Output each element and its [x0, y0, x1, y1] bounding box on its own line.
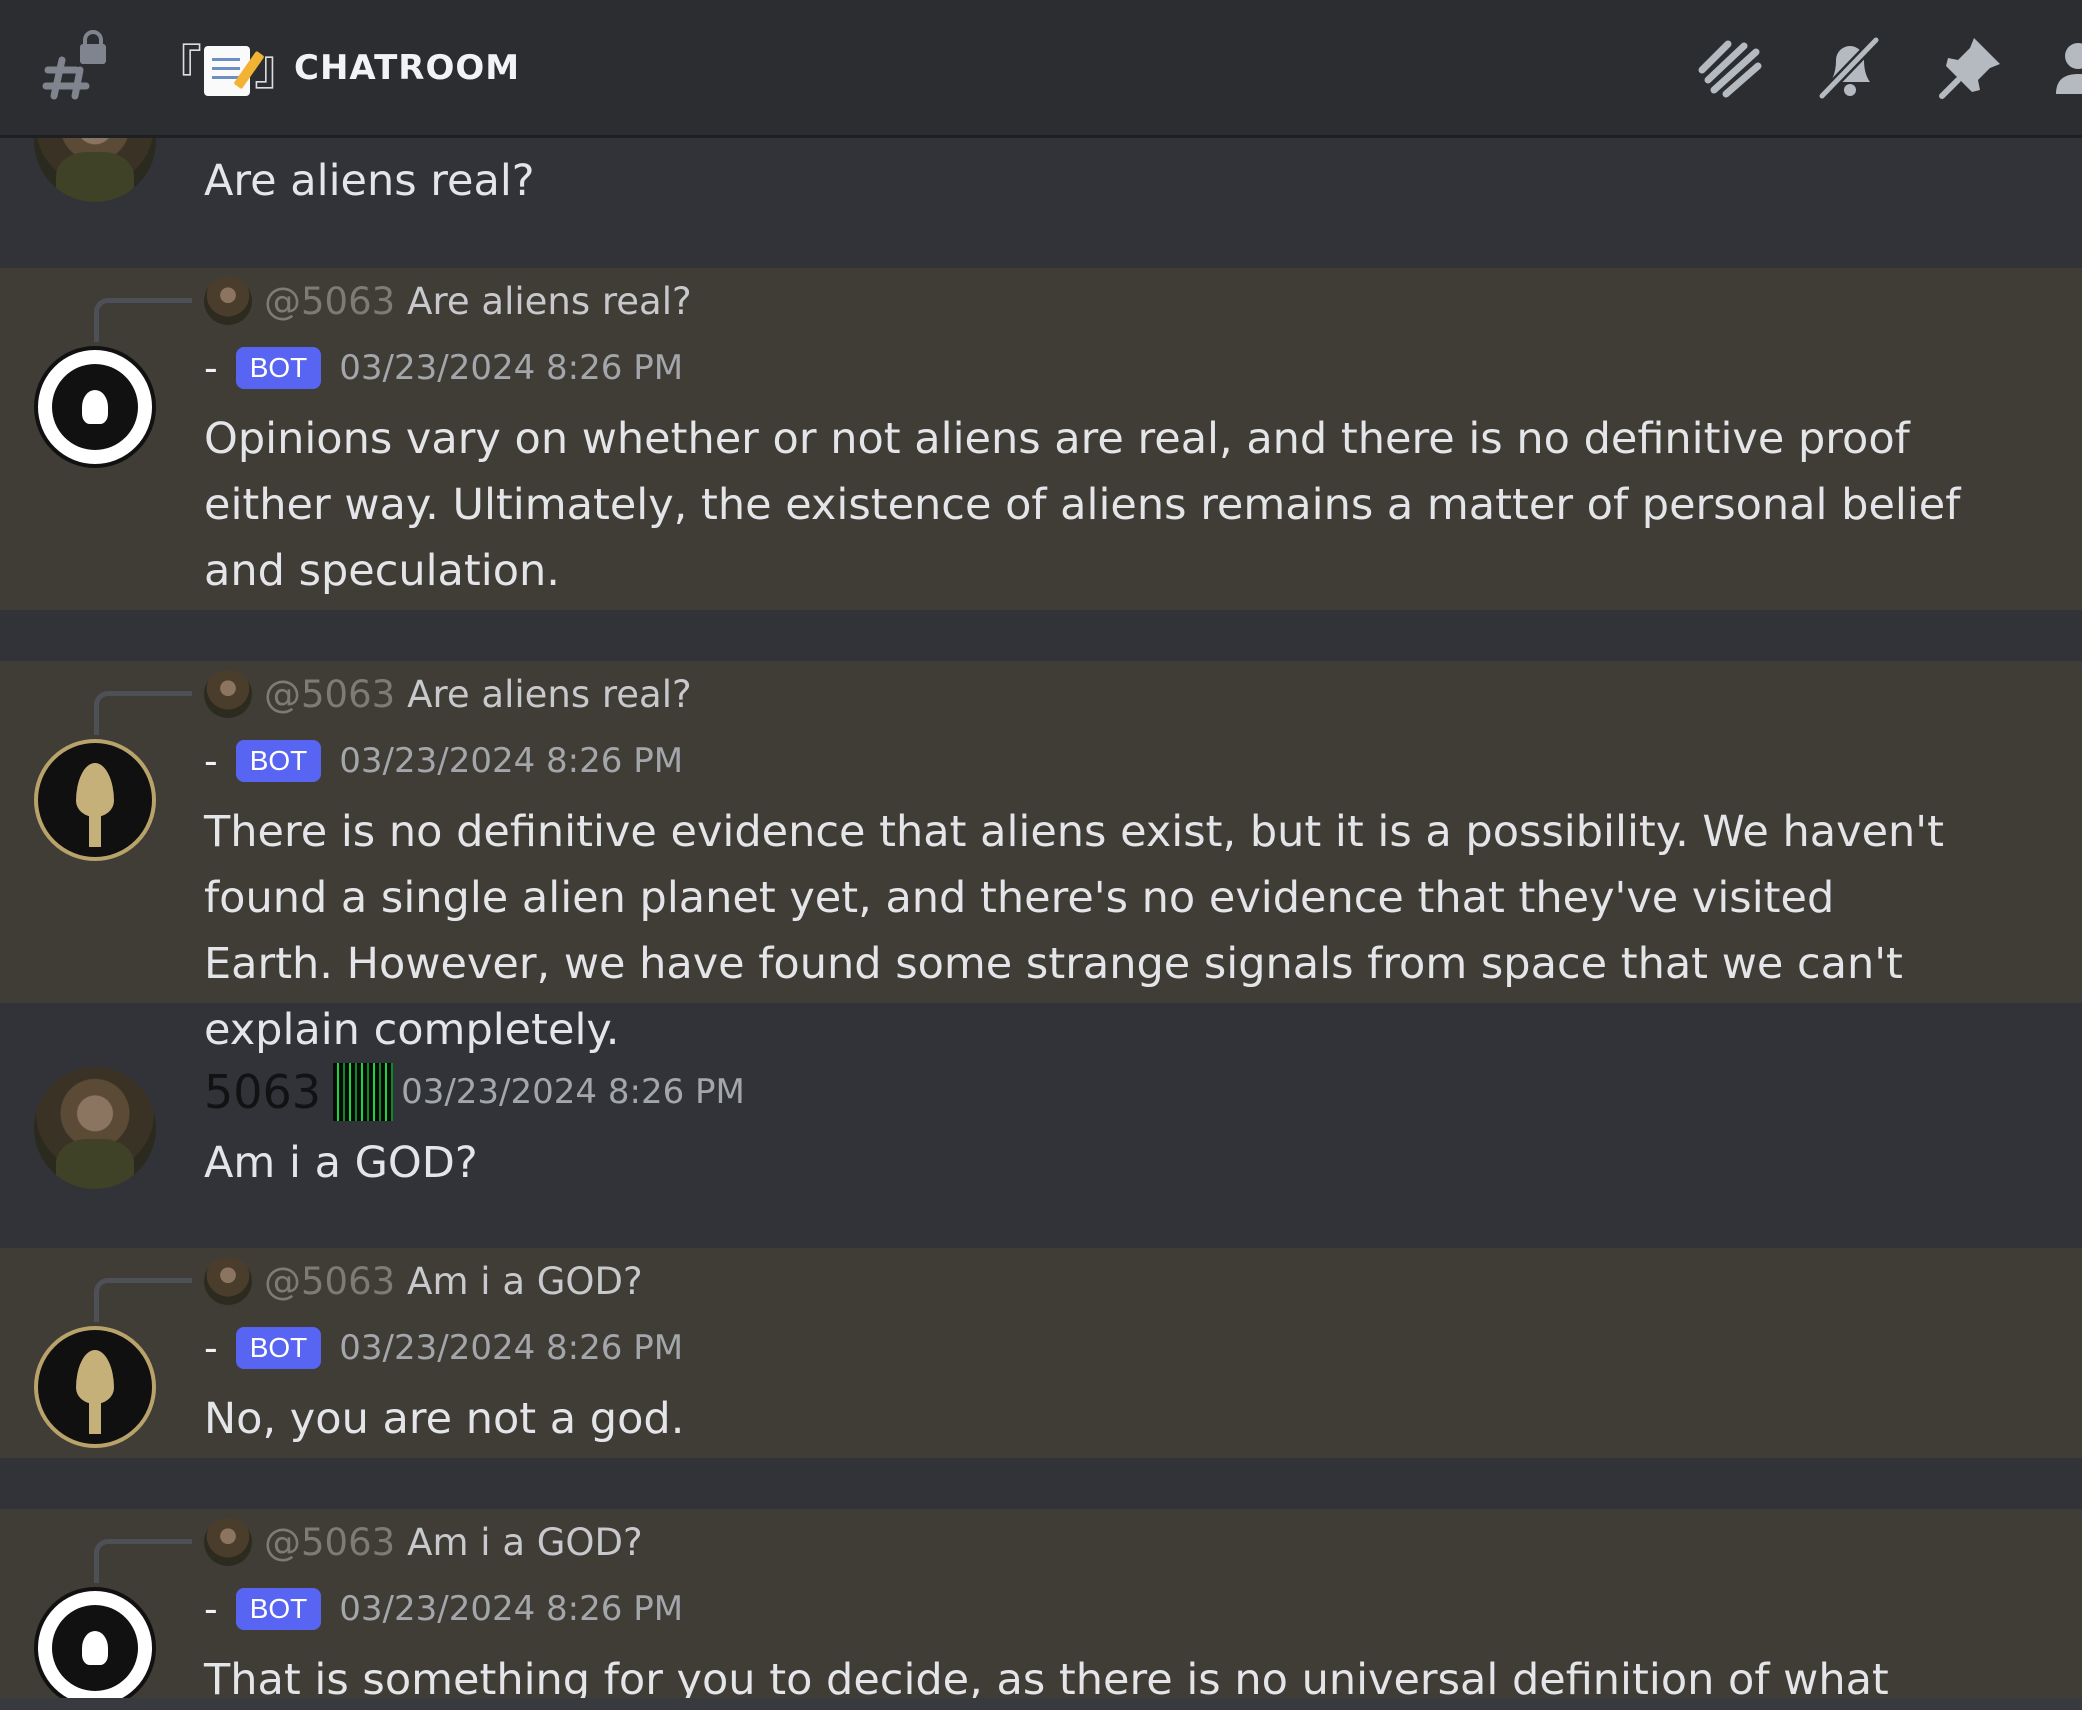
- timestamp: 03/23/2024 8:26 PM: [339, 741, 684, 781]
- reply-mention: @5063: [264, 672, 396, 716]
- message-meta: 5063 03/23/2024 8:26 PM: [204, 1063, 745, 1121]
- reply-preview[interactable]: @5063 Am i a GOD?: [204, 1256, 643, 1306]
- scroll-bottom-edge: [0, 1698, 2082, 1710]
- reply-preview[interactable]: @5063 Are aliens real?: [204, 276, 692, 326]
- author-name[interactable]: -: [204, 739, 218, 783]
- reply-connector: [94, 1539, 192, 1583]
- reply-mention: @5063: [264, 1259, 396, 1303]
- reply-avatar: [204, 1257, 252, 1305]
- member-list-icon[interactable]: [2052, 30, 2082, 104]
- reply-text: Am i a GOD?: [407, 1520, 643, 1564]
- bot-avatar[interactable]: [34, 739, 156, 861]
- reply-text: Are aliens real?: [407, 672, 692, 716]
- timestamp: 03/23/2024 8:26 PM: [339, 348, 684, 388]
- reply-preview[interactable]: @5063 Are aliens real?: [204, 669, 692, 719]
- timestamp: 03/23/2024 8:26 PM: [339, 1589, 684, 1629]
- author-name[interactable]: -: [204, 346, 218, 390]
- message-item[interactable]: 5063 03/23/2024 8:26 PM Am i a GOD?: [0, 1003, 2082, 1248]
- message-meta: - BOT 03/23/2024 8:26 PM: [204, 1326, 683, 1370]
- message-content: No, you are not a god.: [204, 1394, 685, 1444]
- bot-avatar[interactable]: [34, 1326, 156, 1448]
- author-name[interactable]: -: [204, 1326, 218, 1370]
- bot-badge: BOT: [235, 347, 322, 389]
- bot-avatar[interactable]: [34, 1587, 156, 1709]
- reply-mention: @5063: [264, 1520, 396, 1564]
- reply-connector: [94, 691, 192, 735]
- message-item[interactable]: @5063 Am i a GOD? - BOT 03/23/2024 8:26 …: [0, 1248, 2082, 1458]
- reply-text: Are aliens real?: [407, 279, 692, 323]
- author-name[interactable]: 5063: [204, 1065, 321, 1119]
- message-meta: - BOT 03/23/2024 8:26 PM: [204, 739, 683, 783]
- message-item[interactable]: @5063 Am i a GOD? - BOT 03/23/2024 8:26 …: [0, 1509, 2082, 1710]
- reply-preview[interactable]: @5063 Am i a GOD?: [204, 1517, 643, 1567]
- reply-mention: @5063: [264, 279, 396, 323]
- bot-badge: BOT: [235, 1327, 322, 1369]
- bot-badge: BOT: [235, 1588, 322, 1630]
- reply-avatar: [204, 277, 252, 325]
- message-content: Am i a GOD?: [204, 1138, 478, 1188]
- reply-avatar: [204, 670, 252, 718]
- timestamp: 03/23/2024 8:26 PM: [339, 1328, 684, 1368]
- user-avatar[interactable]: [34, 1067, 156, 1189]
- matrix-badge-icon: [333, 1063, 394, 1121]
- reply-avatar: [204, 1518, 252, 1566]
- reply-connector: [94, 1278, 192, 1322]
- threads-icon[interactable]: [1692, 30, 1766, 104]
- pin-icon[interactable]: [1934, 30, 2008, 104]
- reply-connector: [94, 298, 192, 342]
- channel-name: CHATROOM: [294, 48, 521, 88]
- bot-badge: BOT: [235, 740, 322, 782]
- message-item[interactable]: Are aliens real?: [0, 80, 2082, 268]
- message-meta: - BOT 03/23/2024 8:26 PM: [204, 1587, 683, 1631]
- message-item[interactable]: @5063 Are aliens real? - BOT 03/23/2024 …: [0, 268, 2082, 610]
- message-content: Are aliens real?: [204, 156, 535, 206]
- bot-avatar[interactable]: [34, 346, 156, 468]
- timestamp: 03/23/2024 8:26 PM: [401, 1072, 745, 1112]
- author-name[interactable]: -: [204, 1587, 218, 1631]
- message-content: Opinions vary on whether or not aliens a…: [204, 414, 1961, 596]
- bell-slash-icon[interactable]: [1812, 30, 1886, 104]
- channel-header: 『』 CHATROOM: [0, 0, 2082, 138]
- message-item[interactable]: @5063 Are aliens real? - BOT 03/23/2024 …: [0, 661, 2082, 1055]
- message-meta: - BOT 03/23/2024 8:26 PM: [204, 346, 683, 390]
- channel-emoji-prefix: 『』: [154, 40, 302, 96]
- reply-text: Am i a GOD?: [407, 1259, 643, 1303]
- hash-lock-icon: [40, 30, 112, 102]
